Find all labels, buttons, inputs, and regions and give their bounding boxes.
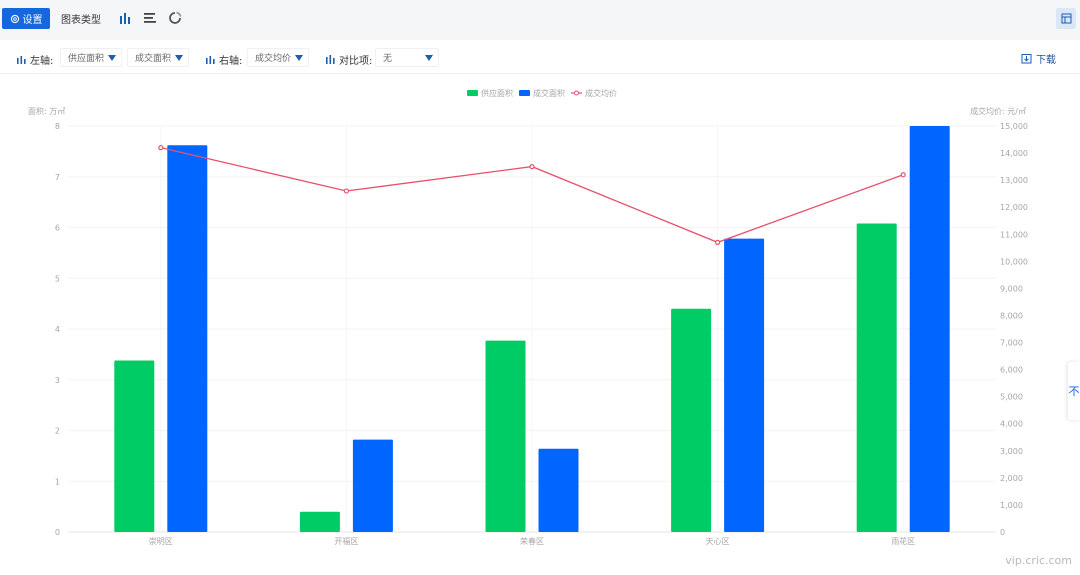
point-price [714, 239, 721, 245]
y2-tick-label: 13,000 [1000, 176, 1028, 185]
point-price [900, 172, 906, 178]
download-label: 下载 [1036, 55, 1056, 66]
x-tick-label: 崇明区 [149, 537, 173, 546]
bar-deal [724, 238, 765, 533]
bar-deal [167, 145, 208, 532]
chart-type-button[interactable]: 图表类型 [56, 8, 106, 29]
compare-select[interactable]: 无 [375, 48, 439, 67]
left-axis-text: 左轴: [30, 56, 54, 67]
y2-axis-title: 成交均价: 元/㎡ [970, 106, 1026, 116]
y2-tick-label: 1,000 [1000, 501, 1023, 510]
left-axis-select-2[interactable]: 成交面积 [127, 48, 189, 67]
y-tick-label: 4 [55, 325, 60, 334]
legend-label: 成交面积 [533, 88, 565, 98]
x-tick-label: 开福区 [334, 537, 358, 546]
settings-label: 设置 [22, 15, 43, 26]
y2-tick-label: 15,000 [1000, 122, 1028, 131]
pie-chart-icon[interactable] [168, 11, 182, 25]
bar-supply [671, 308, 712, 532]
bar-supply [299, 511, 340, 532]
y2-tick-label: 7,000 [1000, 339, 1023, 348]
y2-tick-label: 6,000 [1000, 366, 1023, 375]
caret-down-icon [295, 55, 303, 61]
bar-deal [909, 126, 950, 532]
legend-label: 供应面积 [481, 88, 513, 98]
bar-supply [114, 360, 155, 532]
left-axis-label: 左轴: [16, 52, 53, 67]
gear-icon [10, 14, 19, 23]
compare-value: 无 [383, 54, 393, 64]
table-icon [1061, 13, 1071, 24]
combo-chart: 0 1 2 3 4 5 6 7 8 0 1,000 2,000 3,000 4,000 5,000 6,000… [28, 88, 1028, 546]
bar-chart-icon [206, 56, 215, 64]
right-axis-value: 成交均价 [255, 54, 292, 64]
y-tick-label: 2 [55, 427, 60, 436]
bar-deal [352, 439, 393, 532]
y2-tick-label: 14,000 [1000, 149, 1028, 158]
y-tick-label: 1 [55, 477, 60, 486]
x-tick-label: 天心区 [706, 537, 730, 546]
y2-tick-label: 5,000 [1000, 393, 1023, 402]
y2-tick-label: 2,000 [1000, 474, 1023, 483]
horizontal-bar-icon[interactable] [143, 11, 157, 25]
caret-down-icon [175, 55, 183, 61]
bar-chart-icon[interactable] [118, 11, 132, 25]
y-tick-label: 3 [55, 376, 60, 385]
compare-label: 对比项: [325, 52, 372, 67]
top-toolbar: 设置 图表类型 [0, 0, 1080, 40]
y2-tick-label: 8,000 [1000, 311, 1023, 320]
bar-chart-icon [17, 56, 26, 64]
download-icon [1021, 54, 1032, 64]
left-axis-value-1: 供应面积 [68, 54, 105, 64]
y-tick-label: 6 [55, 224, 60, 233]
y-tick-label: 7 [55, 173, 60, 182]
bar-deal [538, 448, 579, 532]
watermark: vip.cric.com [1005, 554, 1072, 567]
x-tick-label: 荣春区 [520, 536, 544, 546]
legend-swatch [574, 90, 579, 96]
x-tick-label: 雨花区 [891, 536, 915, 546]
legend-swatch [519, 90, 530, 96]
right-axis-label: 右轴: [205, 52, 242, 67]
compare-text: 对比项: [339, 56, 373, 67]
caret-down-icon [108, 55, 116, 61]
y2-tick-label: 0 [1000, 528, 1005, 537]
right-axis-select[interactable]: 成交均价 [247, 48, 309, 67]
y2-tick-label: 9,000 [1000, 284, 1023, 293]
left-axis-select-1[interactable]: 供应面积 [60, 48, 122, 67]
left-axis-value-2: 成交面积 [135, 54, 172, 64]
y2-tick-label: 10,000 [1000, 257, 1028, 266]
table-view-button[interactable] [1056, 8, 1076, 29]
y2-tick-label: 11,000 [1000, 230, 1028, 239]
y2-tick-label: 12,000 [1000, 203, 1028, 212]
compare-icon [326, 55, 335, 64]
y2-tick-label: 3,000 [1000, 447, 1023, 456]
y-tick-label: 5 [55, 274, 60, 283]
y-tick-label: 0 [55, 528, 60, 537]
point-price [158, 145, 164, 151]
side-tab[interactable]: 不 [1068, 362, 1080, 420]
right-axis-text: 右轴: [219, 56, 243, 67]
legend-label: 成交均价 [585, 88, 617, 98]
point-price [529, 163, 535, 170]
legend-swatch [467, 90, 478, 96]
point-price [343, 188, 349, 194]
settings-button[interactable]: 设置 [2, 8, 50, 29]
bar-supply [485, 340, 526, 532]
y-tick-label: 8 [55, 122, 60, 131]
download-button[interactable]: 下载 [1021, 51, 1056, 66]
bar-supply [856, 223, 897, 532]
y-axis-title: 面积: 万㎡ [28, 106, 65, 116]
filter-bar: 左轴: 供应面积 成交面积 右轴: 成交均价 对比项: 无 下载 [0, 40, 1080, 74]
caret-down-icon [425, 55, 433, 61]
y2-tick-label: 4,000 [1000, 420, 1023, 429]
